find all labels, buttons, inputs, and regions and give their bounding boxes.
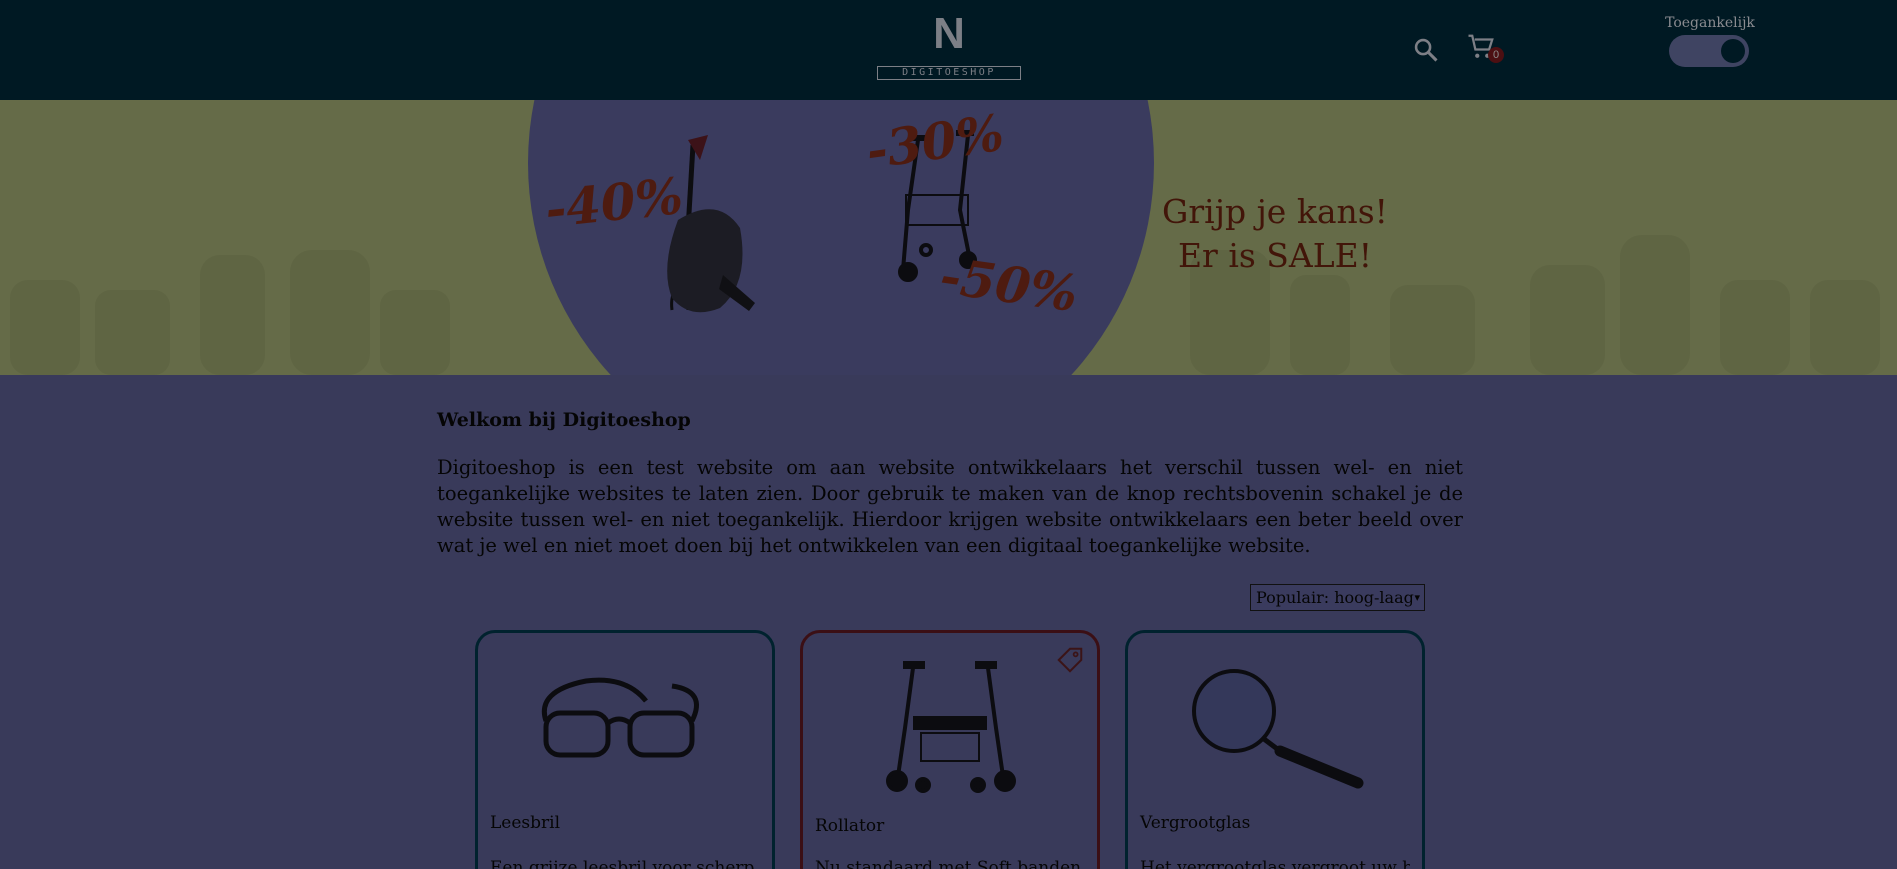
- logo-wordmark: DIGITOESHOP: [877, 66, 1021, 80]
- product-card-vergrootglas[interactable]: Vergrootglas Het vergrootglas vergroot u…: [1125, 630, 1425, 869]
- search-icon[interactable]: [1412, 36, 1440, 64]
- product-description: Het vergrootglas vergroot uw beeld...: [1140, 858, 1410, 869]
- promo-line-2: Er is SALE!: [1177, 236, 1373, 275]
- site-logo[interactable]: N DIGITOESHOP: [877, 12, 1021, 84]
- toggle-knob: [1721, 39, 1745, 63]
- sort-select[interactable]: Populair: hoog-laag ▾: [1250, 584, 1425, 611]
- product-description: Een grijze leesbril voor scherp...: [490, 858, 760, 869]
- promo-text: Grijp je kans! Er is SALE!: [1150, 190, 1400, 278]
- accessibility-toggle[interactable]: [1669, 35, 1749, 67]
- sort-selected-value: Populair: hoog-laag: [1256, 588, 1414, 607]
- product-card-rollator[interactable]: Rollator Nu standaard met Soft banden...: [800, 630, 1100, 869]
- chevron-down-icon: ▾: [1414, 591, 1420, 604]
- accessibility-toggle-label: Toegankelijk: [1665, 15, 1755, 31]
- cart-button[interactable]: 0: [1466, 32, 1510, 68]
- sale-banner[interactable]: -40% -30% -50% Grijp je kans! Er is SALE…: [0, 100, 1897, 375]
- product-description: Nu standaard met Soft banden...: [815, 858, 1085, 869]
- sale-products-art: [667, 130, 977, 313]
- product-title: Vergrootglas: [1140, 813, 1251, 833]
- product-title: Rollator: [815, 816, 885, 836]
- product-title: Leesbril: [490, 813, 561, 833]
- page-title: Welkom bij Digitoeshop: [437, 409, 691, 431]
- cart-count-badge: 0: [1488, 47, 1504, 63]
- logo-mark: N: [933, 9, 965, 58]
- intro-paragraph: Digitoeshop is een test website om aan w…: [437, 456, 1463, 557]
- site-header: N DIGITOESHOP 0 Toegankelijk: [0, 0, 1897, 100]
- promo-line-1: Grijp je kans!: [1162, 192, 1388, 231]
- product-card-leesbril[interactable]: Leesbril Een grijze leesbril voor scherp…: [475, 630, 775, 869]
- rollator-product-image: [886, 661, 1016, 793]
- magnifying-glass-image: [1192, 669, 1364, 789]
- reading-glasses-image: [542, 677, 699, 758]
